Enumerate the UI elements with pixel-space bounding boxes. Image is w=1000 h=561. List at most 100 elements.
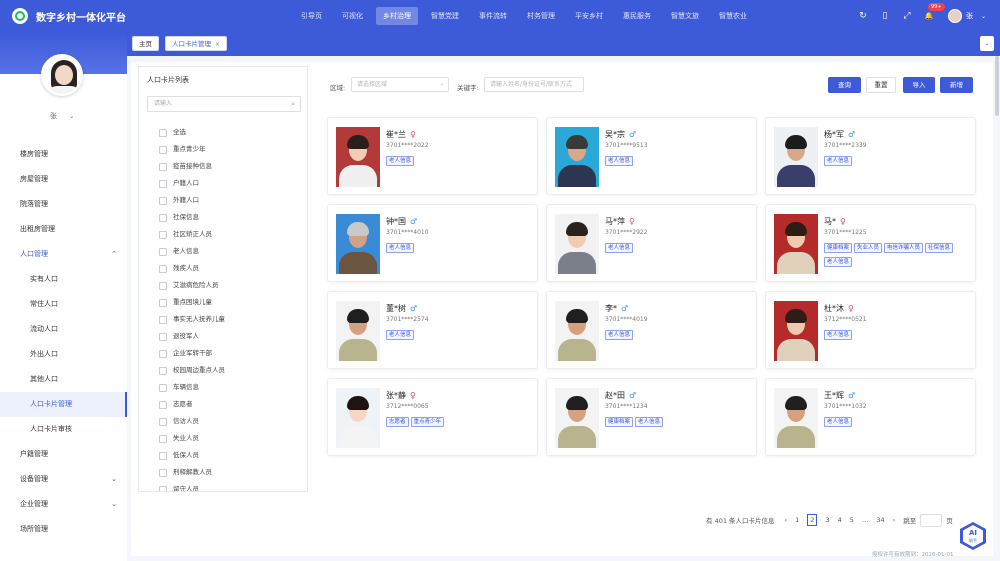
sidebar-item-0[interactable]: 楼房管理 <box>0 142 127 167</box>
prev-page-button[interactable]: ‹ <box>785 516 788 524</box>
category-item[interactable]: 信访人员 <box>159 413 225 430</box>
checkbox[interactable] <box>159 434 167 443</box>
checkbox[interactable] <box>159 281 167 290</box>
refresh-icon[interactable]: ↻ <box>856 9 870 23</box>
category-item[interactable]: 艾滋病危险人员 <box>159 277 225 294</box>
category-item[interactable]: 退役军人 <box>159 328 225 345</box>
nav-item-9[interactable]: 智慧农业 <box>712 7 754 25</box>
sidebar-item-6[interactable]: 常住人口 <box>0 292 127 317</box>
category-item[interactable]: 重点困境儿童 <box>159 294 225 311</box>
checkbox[interactable] <box>159 366 167 375</box>
profile-name[interactable]: 张 ⌄ <box>50 111 74 121</box>
sidebar-item-8[interactable]: 外出人口 <box>0 342 127 367</box>
add-button[interactable]: 新增 <box>940 77 973 93</box>
page-number[interactable]: 2 <box>807 514 818 526</box>
ai-assistant-button[interactable]: AI 助手 <box>960 522 986 550</box>
person-card[interactable]: 崔*兰 ♀ 3701****2022 老人信息 <box>327 117 538 195</box>
nav-item-6[interactable]: 平安乡村 <box>568 7 610 25</box>
checkbox[interactable] <box>159 298 167 307</box>
category-item[interactable]: 社区矫正人员 <box>159 226 225 243</box>
category-item[interactable]: 老人信息 <box>159 243 225 260</box>
checkbox[interactable] <box>159 383 167 392</box>
nav-item-7[interactable]: 惠民服务 <box>616 7 658 25</box>
category-item[interactable]: 企业军转干部 <box>159 345 225 362</box>
checkbox[interactable] <box>159 230 167 239</box>
checkbox[interactable] <box>159 162 167 171</box>
checkbox[interactable] <box>159 264 167 273</box>
nav-item-4[interactable]: 事件流转 <box>472 7 514 25</box>
category-item[interactable]: 事实无人抚养儿童 <box>159 311 225 328</box>
category-item[interactable]: 留守人员 <box>159 481 225 491</box>
close-icon[interactable]: × <box>215 41 220 48</box>
page-scrollbar[interactable] <box>995 56 999 116</box>
query-button[interactable]: 查询 <box>828 77 861 93</box>
checkbox[interactable] <box>159 145 167 154</box>
checkbox[interactable] <box>159 417 167 426</box>
checkbox[interactable] <box>159 196 167 205</box>
page-number[interactable]: 3 <box>825 516 829 524</box>
category-item[interactable]: 志愿者 <box>159 396 225 413</box>
nav-item-1[interactable]: 可视化 <box>335 7 370 25</box>
user-menu-caret-icon[interactable]: ⌄ <box>981 13 986 20</box>
category-item[interactable]: 外籍人口 <box>159 192 225 209</box>
sidebar-item-14[interactable]: 企业管理 ⌄ <box>0 492 127 517</box>
mobile-icon[interactable]: ▯ <box>878 9 892 23</box>
fullscreen-icon[interactable]: ⤢ <box>900 9 914 23</box>
sidebar-item-2[interactable]: 院落管理 <box>0 192 127 217</box>
tab-home[interactable]: 主页 <box>132 36 159 51</box>
checkbox[interactable] <box>159 468 167 477</box>
nav-item-0[interactable]: 引导页 <box>294 7 329 25</box>
page-number[interactable]: 34 <box>876 516 884 524</box>
category-search-input[interactable]: 请输入 ⌕ <box>147 96 301 112</box>
person-card[interactable]: 杜*沐 ♀ 3712****0521 老人信息 <box>765 291 976 369</box>
checkbox[interactable] <box>159 213 167 222</box>
nav-item-3[interactable]: 智慧党建 <box>424 7 466 25</box>
checkbox[interactable] <box>159 349 167 358</box>
page-number[interactable]: 5 <box>850 516 854 524</box>
header-user-name[interactable]: 张 <box>966 11 973 21</box>
user-avatar[interactable] <box>947 9 962 23</box>
tab-population-card[interactable]: 人口卡片管理 × <box>165 36 228 51</box>
person-card[interactable]: 李* ♂ 3701****4019 老人信息 <box>546 291 757 369</box>
sidebar-item-10[interactable]: 人口卡片管理 <box>0 392 127 417</box>
search-icon[interactable]: ⌕ <box>291 97 295 111</box>
sidebar-item-4[interactable]: 人口管理 ⌃ <box>0 242 127 267</box>
sidebar-item-12[interactable]: 户籍管理 <box>0 442 127 467</box>
sidebar-item-13[interactable]: 设备管理 ⌄ <box>0 467 127 492</box>
person-card[interactable]: 吴*宗 ♂ 3701****9513 老人信息 <box>546 117 757 195</box>
checkbox[interactable] <box>159 451 167 460</box>
person-card[interactable]: 王*辉 ♂ 3701****1032 老人信息 <box>765 378 976 456</box>
checkbox[interactable] <box>159 247 167 256</box>
checkbox[interactable] <box>159 128 167 137</box>
category-item[interactable]: 户籍人口 <box>159 175 225 192</box>
sidebar-item-3[interactable]: 出租房管理 <box>0 217 127 242</box>
sidebar-item-5[interactable]: 实有人口 <box>0 267 127 292</box>
category-item[interactable]: 失业人员 <box>159 430 225 447</box>
area-select[interactable]: 请选择区域 ⌄ <box>351 77 449 92</box>
jump-page-input[interactable] <box>920 513 943 527</box>
notification-bell[interactable]: 🔔 99+ <box>922 3 945 23</box>
checkbox[interactable] <box>159 332 167 341</box>
import-button[interactable]: 导入 <box>903 77 935 93</box>
tabs-dropdown-icon[interactable]: ⌄ <box>980 36 994 51</box>
checkbox[interactable] <box>159 485 167 491</box>
category-item[interactable]: 重点青少年 <box>159 141 225 158</box>
checkbox[interactable] <box>159 400 167 409</box>
person-card[interactable]: 董*树 ♂ 3701****2574 老人信息 <box>327 291 538 369</box>
person-card[interactable]: 钟*国 ♂ 3701****4010 老人信息 <box>327 204 538 282</box>
category-item[interactable]: 校园周边重点人员 <box>159 362 225 379</box>
category-item[interactable]: 刑释解教人员 <box>159 464 225 481</box>
page-number[interactable]: 4 <box>838 516 842 524</box>
person-card[interactable]: 马*萍 ♀ 3701****2922 老人信息 <box>546 204 757 282</box>
checkbox[interactable] <box>159 315 167 324</box>
person-card[interactable]: 马* ♀ 3701****1225 健康档案 失业人员 电信诈骗人员 社保信息老人信息 <box>765 204 976 282</box>
profile-avatar[interactable] <box>41 54 83 96</box>
sidebar-item-15[interactable]: 场所管理 <box>0 517 127 542</box>
person-card[interactable]: 杨*军 ♂ 3701****2339 老人信息 <box>765 117 976 195</box>
category-item[interactable]: 社保信息 <box>159 209 225 226</box>
category-item[interactable]: 车辆信息 <box>159 379 225 396</box>
checkbox[interactable] <box>159 179 167 188</box>
page-number[interactable]: 1 <box>795 516 799 524</box>
nav-item-2[interactable]: 乡村治理 <box>376 7 418 25</box>
category-item[interactable]: 疫苗接种信息 <box>159 158 225 175</box>
